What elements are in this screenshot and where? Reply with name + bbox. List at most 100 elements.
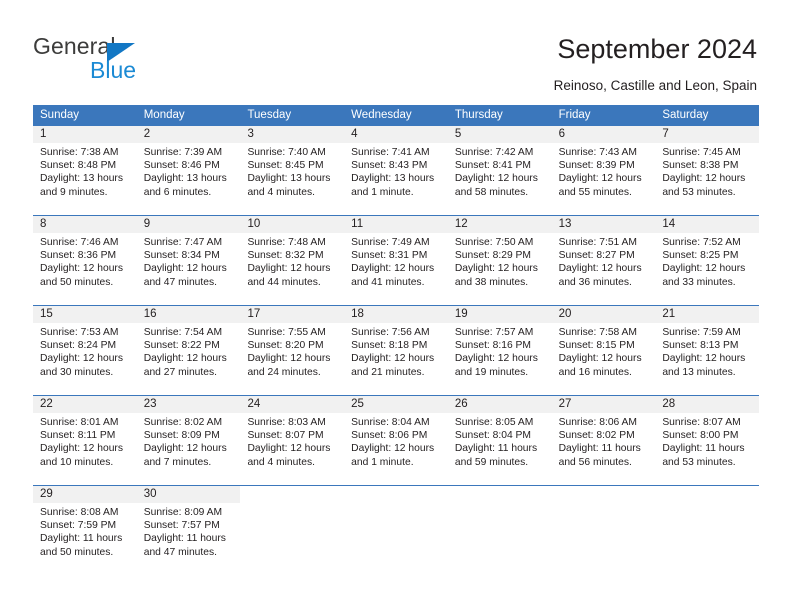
sunrise-text: Sunrise: 7:59 AM (662, 327, 741, 338)
day-cell[interactable]: 21 Sunrise: 7:59 AM Sunset: 8:13 PM Dayl… (655, 306, 760, 395)
day-info: Sunrise: 8:02 AM Sunset: 8:09 PM Dayligh… (137, 413, 241, 469)
day-cell[interactable]: 27 Sunrise: 8:06 AM Sunset: 8:02 PM Dayl… (551, 396, 656, 485)
weekday-header-wednesday: Wednesday (351, 109, 412, 121)
sunrise-text: Sunrise: 7:50 AM (454, 237, 534, 248)
day-info: Sunrise: 7:48 AM Sunset: 8:32 PM Dayligh… (240, 233, 344, 289)
sunset-text: Sunset: 8:43 PM (351, 160, 428, 172)
sunset-text: Sunset: 8:20 PM (247, 340, 324, 352)
daylight-text-line1: Daylight: 13 hours (143, 173, 227, 185)
day-cell[interactable]: 20 Sunrise: 7:58 AM Sunset: 8:15 PM Dayl… (551, 306, 656, 395)
day-cell[interactable]: 3 Sunrise: 7:40 AM Sunset: 8:45 PM Dayli… (240, 126, 345, 215)
daylight-text-line2: and 41 minutes. (351, 276, 425, 288)
sunset-text: Sunset: 8:04 PM (454, 430, 532, 442)
daylight-text-line1: Daylight: 12 hours (351, 263, 435, 275)
day-cell[interactable]: 12 Sunrise: 7:50 AM Sunset: 8:29 PM Dayl… (447, 216, 552, 305)
day-cell[interactable]: 17 Sunrise: 7:55 AM Sunset: 8:20 PM Dayl… (240, 306, 345, 395)
sunrise-text: Sunrise: 8:06 AM (558, 417, 638, 428)
day-cell[interactable]: 7 Sunrise: 7:45 AM Sunset: 8:38 PM Dayli… (655, 126, 760, 215)
sunset-text: Sunset: 8:24 PM (40, 340, 117, 352)
day-number: 11 (344, 216, 448, 233)
day-cell[interactable]: 9 Sunrise: 7:47 AM Sunset: 8:34 PM Dayli… (136, 216, 241, 305)
daylight-text-line2: and 10 minutes. (40, 456, 114, 468)
day-cell[interactable]: 26 Sunrise: 8:05 AM Sunset: 8:04 PM Dayl… (447, 396, 552, 485)
day-cell[interactable]: 24 Sunrise: 8:03 AM Sunset: 8:07 PM Dayl… (240, 396, 345, 485)
daylight-text-line2: and 13 minutes. (662, 366, 736, 378)
day-info: Sunrise: 8:08 AM Sunset: 7:59 PM Dayligh… (33, 503, 137, 559)
day-number: 29 (33, 486, 137, 503)
day-cell[interactable]: 5 Sunrise: 7:42 AM Sunset: 8:41 PM Dayli… (447, 126, 552, 215)
day-info: Sunrise: 7:57 AM Sunset: 8:16 PM Dayligh… (448, 323, 552, 379)
day-number: 18 (344, 306, 448, 323)
day-cell[interactable]: 29 Sunrise: 8:08 AM Sunset: 7:59 PM Dayl… (33, 486, 137, 575)
sunset-text: Sunset: 8:32 PM (247, 250, 324, 262)
day-cell[interactable]: 23 Sunrise: 8:02 AM Sunset: 8:09 PM Dayl… (136, 396, 241, 485)
daylight-text-line2: and 55 minutes. (558, 186, 632, 198)
sunrise-text: Sunrise: 7:40 AM (247, 147, 326, 158)
daylight-text-line1: Daylight: 12 hours (454, 353, 538, 365)
day-info: Sunrise: 8:01 AM Sunset: 8:11 PM Dayligh… (33, 413, 137, 469)
daylight-text-line2: and 6 minutes. (143, 186, 212, 198)
day-number: 26 (447, 396, 552, 413)
day-number: 25 (344, 396, 448, 413)
day-cell[interactable]: 28 Sunrise: 8:07 AM Sunset: 8:00 PM Dayl… (655, 396, 760, 485)
day-cell[interactable]: 15 Sunrise: 7:53 AM Sunset: 8:24 PM Dayl… (33, 306, 137, 395)
daylight-text-line1: Daylight: 12 hours (143, 443, 227, 455)
sunrise-text: Sunrise: 8:05 AM (454, 417, 534, 428)
sunset-text: Sunset: 8:41 PM (454, 160, 532, 172)
sunset-text: Sunset: 8:00 PM (662, 430, 739, 442)
daylight-text-line2: and 44 minutes. (247, 276, 321, 288)
sunrise-text: Sunrise: 7:45 AM (662, 147, 741, 158)
day-cell[interactable]: 18 Sunrise: 7:56 AM Sunset: 8:18 PM Dayl… (344, 306, 448, 395)
daylight-text-line1: Daylight: 11 hours (40, 533, 123, 545)
sunset-text: Sunset: 8:46 PM (143, 160, 220, 172)
sunset-text: Sunset: 8:29 PM (454, 250, 532, 262)
day-cell[interactable]: 22 Sunrise: 8:01 AM Sunset: 8:11 PM Dayl… (33, 396, 137, 485)
day-info: Sunrise: 7:59 AM Sunset: 8:13 PM Dayligh… (655, 323, 759, 379)
day-cell[interactable]: 6 Sunrise: 7:43 AM Sunset: 8:39 PM Dayli… (551, 126, 656, 215)
sunrise-text: Sunrise: 7:56 AM (351, 327, 430, 338)
daylight-text-line1: Daylight: 12 hours (247, 263, 331, 275)
sunrise-text: Sunrise: 7:42 AM (454, 147, 534, 158)
day-cell[interactable]: 14 Sunrise: 7:52 AM Sunset: 8:25 PM Dayl… (655, 216, 760, 305)
sunset-text: Sunset: 8:06 PM (351, 430, 428, 442)
day-cell[interactable]: 30 Sunrise: 8:09 AM Sunset: 7:57 PM Dayl… (136, 486, 241, 575)
sunset-text: Sunset: 8:38 PM (662, 160, 739, 172)
daylight-text-line1: Daylight: 12 hours (558, 353, 642, 365)
day-cell[interactable]: 4 Sunrise: 7:41 AM Sunset: 8:43 PM Dayli… (344, 126, 448, 215)
day-cell[interactable]: 8 Sunrise: 7:46 AM Sunset: 8:36 PM Dayli… (33, 216, 137, 305)
day-cell[interactable]: 13 Sunrise: 7:51 AM Sunset: 8:27 PM Dayl… (551, 216, 656, 305)
daylight-text-line1: Daylight: 12 hours (558, 263, 642, 275)
day-number: 24 (240, 396, 345, 413)
day-number: 19 (447, 306, 552, 323)
day-number: 14 (655, 216, 760, 233)
day-number: 23 (136, 396, 241, 413)
day-cell[interactable]: 25 Sunrise: 8:04 AM Sunset: 8:06 PM Dayl… (344, 396, 448, 485)
daylight-text-line1: Daylight: 12 hours (662, 173, 746, 185)
day-cell[interactable]: 11 Sunrise: 7:49 AM Sunset: 8:31 PM Dayl… (344, 216, 448, 305)
day-cell[interactable]: 2 Sunrise: 7:39 AM Sunset: 8:46 PM Dayli… (136, 126, 241, 215)
sunrise-text: Sunrise: 7:46 AM (40, 237, 119, 248)
sunset-text: Sunset: 8:15 PM (558, 340, 635, 352)
sunset-text: Sunset: 8:27 PM (558, 250, 635, 262)
day-number (655, 486, 759, 503)
day-cell[interactable]: 1 Sunrise: 7:38 AM Sunset: 8:48 PM Dayli… (33, 126, 137, 215)
daylight-text-line2: and 33 minutes. (662, 276, 736, 288)
day-cell[interactable]: 19 Sunrise: 7:57 AM Sunset: 8:16 PM Dayl… (447, 306, 552, 395)
day-number: 9 (136, 216, 241, 233)
sunrise-text: Sunrise: 7:48 AM (247, 237, 326, 248)
daylight-text-line1: Daylight: 12 hours (247, 443, 331, 455)
day-info: Sunrise: 7:47 AM Sunset: 8:34 PM Dayligh… (137, 233, 241, 289)
day-number (240, 486, 344, 503)
day-number: 21 (655, 306, 760, 323)
day-cell[interactable]: 16 Sunrise: 7:54 AM Sunset: 8:22 PM Dayl… (136, 306, 241, 395)
daylight-text-line1: Daylight: 13 hours (40, 173, 123, 185)
day-cell-empty (240, 486, 345, 575)
daylight-text-line2: and 47 minutes. (143, 546, 217, 558)
daylight-text-line1: Daylight: 12 hours (662, 353, 746, 365)
day-number: 17 (240, 306, 345, 323)
daylight-text-line1: Daylight: 12 hours (247, 353, 331, 365)
day-info: Sunrise: 7:56 AM Sunset: 8:18 PM Dayligh… (344, 323, 448, 379)
day-info: Sunrise: 7:40 AM Sunset: 8:45 PM Dayligh… (240, 143, 344, 199)
day-cell[interactable]: 10 Sunrise: 7:48 AM Sunset: 8:32 PM Dayl… (240, 216, 345, 305)
day-info: Sunrise: 8:03 AM Sunset: 8:07 PM Dayligh… (240, 413, 344, 469)
